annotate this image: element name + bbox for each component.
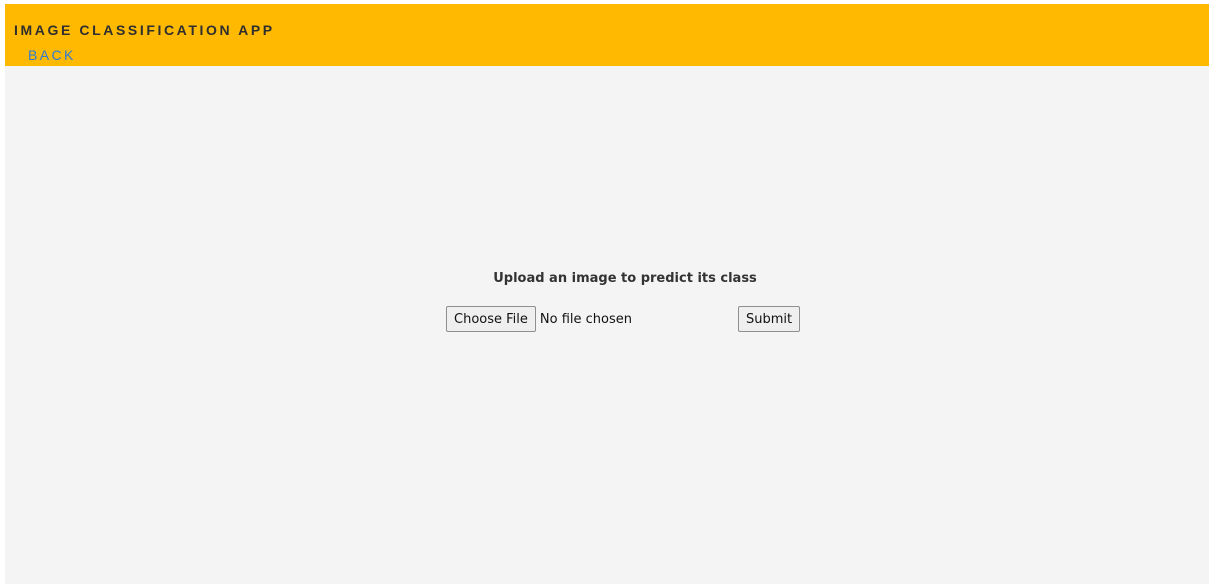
submit-button[interactable]: Submit <box>738 306 801 332</box>
file-input[interactable]: Choose File No file chosen <box>446 306 632 332</box>
app-header: IMAGE CLASSIFICATION APP BACK <box>5 4 1209 66</box>
choose-file-button[interactable]: Choose File <box>446 306 536 332</box>
back-link[interactable]: BACK <box>28 47 76 63</box>
app-title: IMAGE CLASSIFICATION APP <box>14 22 275 38</box>
app-window: IMAGE CLASSIFICATION APP BACK Upload an … <box>5 4 1209 584</box>
upload-prompt: Upload an image to predict its class <box>493 271 757 286</box>
file-status-text: No file chosen <box>539 311 632 327</box>
